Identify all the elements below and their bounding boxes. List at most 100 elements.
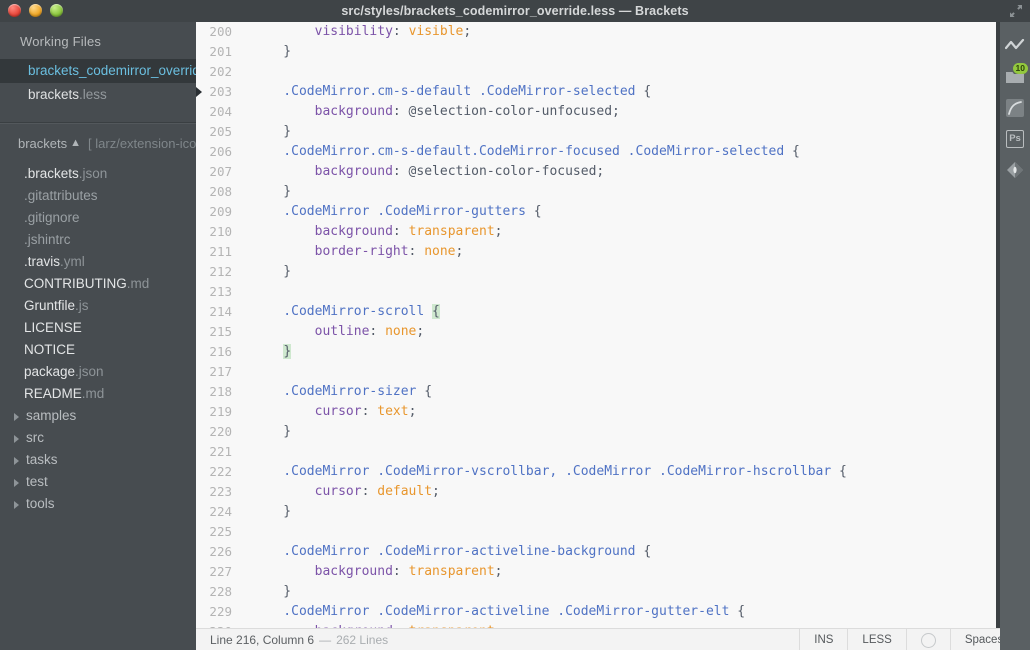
code-token: } xyxy=(252,584,292,599)
tree-file-item[interactable]: CONTRIBUTING.md xyxy=(0,273,196,295)
status-left: Line 216, Column 6 — 262 Lines xyxy=(196,633,388,647)
code-token: .CodeMirror .CodeMirror-gutters xyxy=(252,204,526,219)
chevron-right-icon[interactable] xyxy=(14,413,19,421)
line-number: 200 xyxy=(209,24,232,39)
line-number: 210 xyxy=(209,224,232,239)
curve-icon[interactable] xyxy=(1000,92,1030,123)
code-editor[interactable]: 200 visibility: visible; 201 } 202 203 .Cod… xyxy=(196,22,996,628)
line-text xyxy=(242,62,252,82)
tree-file-item[interactable]: package.json xyxy=(0,361,196,383)
tree-file-item[interactable]: .gitattributes xyxy=(0,185,196,207)
line-text: cursor: default; xyxy=(242,482,440,502)
close-button[interactable] xyxy=(8,4,21,17)
tree-folder-item[interactable]: test xyxy=(0,471,196,493)
matching-bracket: } xyxy=(283,344,292,359)
chevron-right-icon[interactable] xyxy=(14,501,19,509)
language-button[interactable]: LESS xyxy=(847,629,905,650)
line-text: } xyxy=(242,582,291,602)
zoom-button[interactable] xyxy=(50,4,63,17)
expand-icon[interactable] xyxy=(1006,2,1026,20)
tree-folder-item[interactable]: samples xyxy=(0,405,196,427)
code-line: 224 } xyxy=(196,502,996,522)
project-selector[interactable]: brackets ▲ [ larz/extension-icon-te xyxy=(0,124,196,161)
overwrite-mode-button[interactable]: INS xyxy=(799,629,847,650)
line-number: 212 xyxy=(209,264,232,279)
tree-file-item[interactable]: README.md xyxy=(0,383,196,405)
chevron-right-icon[interactable] xyxy=(14,457,19,465)
extension-toolbar: 10 Ps xyxy=(1000,22,1030,650)
working-file-item-brackets-codemirror-override[interactable]: brackets_codemirror_override xyxy=(0,59,196,83)
cursor-position: Line 216, Column 6 xyxy=(210,633,315,647)
window-controls xyxy=(8,4,63,17)
code-token: .CodeMirror .CodeMirror-vscrollbar, .Cod… xyxy=(252,464,832,479)
code-token: visibility xyxy=(314,24,393,39)
line-text: } xyxy=(242,42,291,62)
code-token: text xyxy=(377,404,409,419)
curve-icon-bg xyxy=(1006,98,1024,117)
brackets-window: src/styles/brackets_codemirror_override.… xyxy=(0,0,1030,650)
code-token: ; xyxy=(463,24,472,39)
line-text: background: @selection-color-focused; xyxy=(242,162,605,182)
photoshop-icon[interactable]: Ps xyxy=(1000,123,1030,154)
code-token: } xyxy=(252,264,292,279)
minimize-button[interactable] xyxy=(29,4,42,17)
line-text: .CodeMirror .CodeMirror-activeline-backg… xyxy=(242,542,651,562)
line-text: border-right: none; xyxy=(242,242,464,262)
tree-file-item[interactable]: LICENSE xyxy=(0,317,196,339)
code-token: { xyxy=(416,384,433,399)
code-line: 217 xyxy=(196,362,996,382)
tree-file-item[interactable]: .jshintrc xyxy=(0,229,196,251)
chevron-right-icon[interactable] xyxy=(14,479,19,487)
code-line: 211 border-right: none; xyxy=(196,242,996,262)
code-line: 223 cursor: default; xyxy=(196,482,996,502)
tree-file-item[interactable]: NOTICE xyxy=(0,339,196,361)
tree-file-item[interactable]: .travis.yml xyxy=(0,251,196,273)
tree-item-label: .jshintrc xyxy=(24,232,71,247)
tree-item-label: src xyxy=(26,430,44,445)
code-token: { xyxy=(784,144,800,159)
tree-folder-item[interactable]: tasks xyxy=(0,449,196,471)
diamond-icon[interactable] xyxy=(1000,154,1030,185)
folder-icon[interactable]: 10 xyxy=(1000,61,1030,92)
code-line: 227 background: transparent; xyxy=(196,562,996,582)
line-text: } xyxy=(242,182,291,202)
tree-folder-item[interactable]: tools xyxy=(0,493,196,515)
tree-folder-item[interactable]: src xyxy=(0,427,196,449)
working-files-list: brackets_codemirror_override brackets.le… xyxy=(0,59,196,107)
code-line: 209 .CodeMirror .CodeMirror-gutters { xyxy=(196,202,996,222)
line-number: 223 xyxy=(209,484,232,499)
code-token: : xyxy=(408,244,425,259)
line-number: 214 xyxy=(209,304,232,319)
tree-item-label: samples xyxy=(26,408,77,423)
code-line: 207 background: @selection-color-focused… xyxy=(196,162,996,182)
code-token: none xyxy=(424,244,456,259)
tree-file-item[interactable]: Gruntfile.js xyxy=(0,295,196,317)
code-line: 201 } xyxy=(196,42,996,62)
line-number: 215 xyxy=(209,324,232,339)
code-token: transparent xyxy=(408,564,495,579)
line-text: .CodeMirror.cm-s-default .CodeMirror-sel… xyxy=(242,82,651,102)
zigzag-line-icon[interactable] xyxy=(1000,30,1030,61)
tree-file-item[interactable]: .gitignore xyxy=(0,207,196,229)
title-bar: src/styles/brackets_codemirror_override.… xyxy=(0,0,1030,22)
code-token: none xyxy=(385,324,417,339)
line-text: .CodeMirror .CodeMirror-vscrollbar, .Cod… xyxy=(242,462,847,482)
line-text: } xyxy=(242,502,291,522)
code-token: } xyxy=(252,44,292,59)
gutter-marker-icon xyxy=(196,87,202,97)
code-line: 219 cursor: text; xyxy=(196,402,996,422)
code-line: 229 .CodeMirror .CodeMirror-activeline .… xyxy=(196,602,996,622)
folder-badge-count: 10 xyxy=(1012,63,1028,74)
line-text xyxy=(242,442,252,462)
tree-item-label: CONTRIBUTING xyxy=(24,276,127,291)
code-token: ; xyxy=(408,404,417,419)
tree-file-item[interactable]: .brackets.json xyxy=(0,163,196,185)
code-token: ; xyxy=(432,484,440,499)
tree-item-label: .gitignore xyxy=(24,210,80,225)
working-file-item-brackets-less[interactable]: brackets.less xyxy=(0,83,196,107)
line-text: .CodeMirror .CodeMirror-gutters { xyxy=(242,202,541,222)
line-number: 203 xyxy=(209,84,232,99)
lint-status-circle[interactable] xyxy=(905,629,950,650)
chevron-right-icon[interactable] xyxy=(14,435,19,443)
